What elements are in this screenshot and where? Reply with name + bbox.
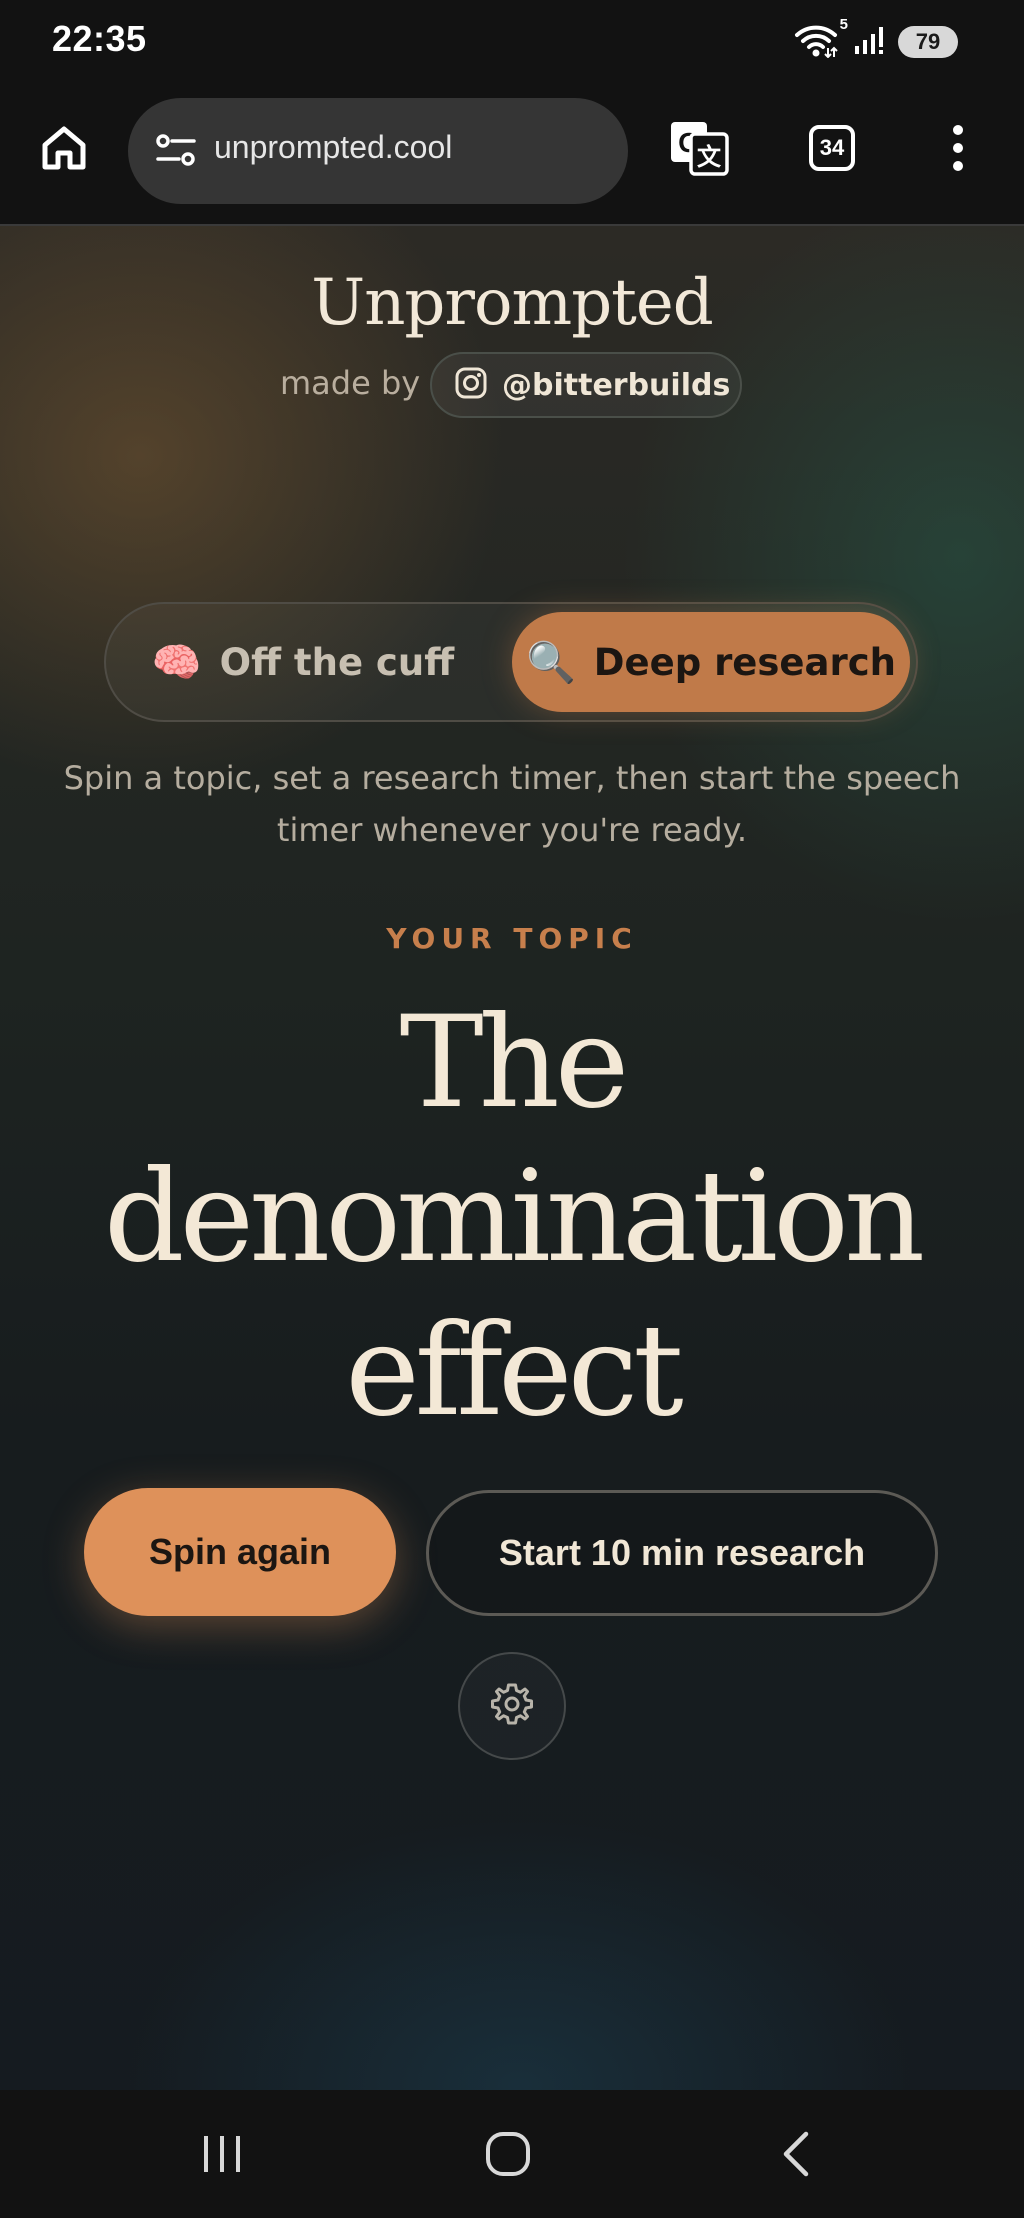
brain-icon: 🧠 [151, 639, 202, 686]
recent-apps-icon[interactable] [162, 2112, 282, 2196]
settings-button[interactable] [458, 1652, 566, 1760]
mode-toggle: 🧠 Off the cuff 🔍 Deep research [104, 602, 918, 722]
magnifier-icon: 🔍 [525, 639, 576, 686]
instagram-icon [454, 366, 488, 404]
topic-label: YOUR TOPIC [386, 922, 638, 955]
navigation-bar [0, 2090, 1024, 2218]
browser-toolbar: unprompted.cool G 文 34 [0, 84, 1024, 226]
translate-icon[interactable]: G 文 [668, 120, 730, 176]
wifi-badge: 5 [839, 16, 848, 33]
mode-deep-research[interactable]: 🔍 Deep research [512, 612, 910, 712]
site-settings-icon[interactable] [146, 122, 206, 178]
mode-off-the-cuff-label: Off the cuff [219, 640, 455, 684]
page-content: Unprompted made by @bitterbuilds 🧠 Off t… [0, 226, 1024, 2090]
status-bar: 22:35 5 79 [0, 0, 1024, 84]
status-icons: 5 79 [794, 16, 958, 62]
topic-text: The denomination effect [103, 989, 925, 1444]
tab-count[interactable]: 34 [809, 125, 855, 171]
wifi-icon: 5 [794, 16, 848, 62]
battery-icon: 79 [898, 26, 958, 58]
url-bar[interactable]: unprompted.cool [128, 98, 628, 204]
start-research-button[interactable]: Start 10 min research [426, 1490, 938, 1616]
app-title: Unprompted [311, 266, 713, 340]
gear-icon [489, 1681, 535, 1731]
phone-screen: 22:35 5 79 unprompted.cool G 文 34 Unprom… [0, 0, 1024, 2218]
svg-text:文: 文 [697, 143, 722, 171]
made-by-row: made by @bitterbuilds [0, 352, 1024, 418]
more-menu-icon[interactable] [930, 120, 986, 176]
url-text[interactable]: unprompted.cool [214, 129, 452, 166]
spin-again-button[interactable]: Spin again [84, 1488, 396, 1616]
tabs-icon[interactable]: 34 [804, 120, 860, 176]
signal-icon [854, 24, 888, 60]
status-time: 22:35 [52, 18, 147, 59]
home-circle-icon[interactable] [448, 2112, 568, 2196]
instagram-link[interactable]: @bitterbuilds [430, 352, 742, 418]
back-icon[interactable] [736, 2112, 856, 2196]
mode-deep-research-label: Deep research [593, 640, 897, 684]
instagram-handle[interactable]: @bitterbuilds [502, 368, 730, 403]
mode-off-the-cuff[interactable]: 🧠 Off the cuff [108, 610, 498, 714]
made-by-label: made by [280, 364, 421, 402]
mode-description: Spin a topic, set a research timer, then… [63, 759, 961, 849]
home-icon[interactable] [36, 120, 92, 176]
